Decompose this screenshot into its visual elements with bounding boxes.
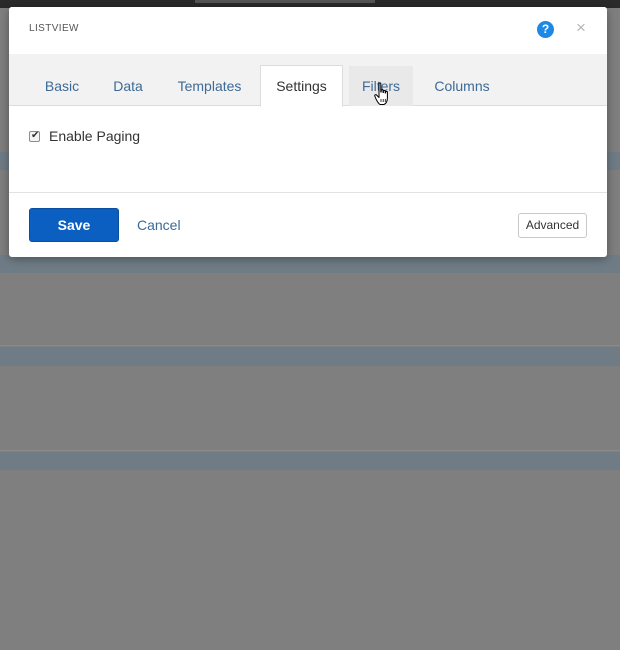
advanced-button[interactable]: Advanced <box>518 213 587 238</box>
background-divider <box>0 345 620 346</box>
tab-columns[interactable]: Columns <box>421 66 503 106</box>
settings-panel: ✔ Enable Paging <box>9 106 607 192</box>
background-section-header <box>0 347 620 366</box>
enable-paging-label[interactable]: Enable Paging <box>49 128 140 144</box>
save-button[interactable]: Save <box>29 208 119 242</box>
tab-settings[interactable]: Settings <box>260 65 343 107</box>
listview-dialog: LISTVIEW ? × Basic Data Templates Settin… <box>9 7 607 257</box>
tab-basic[interactable]: Basic <box>29 66 95 106</box>
dialog-header: LISTVIEW ? × <box>9 7 607 54</box>
close-icon[interactable]: × <box>573 19 589 37</box>
background-divider <box>0 450 620 451</box>
tab-bar: Basic Data Templates Settings Filters Co… <box>9 54 607 107</box>
tab-data[interactable]: Data <box>101 66 155 106</box>
tab-templates[interactable]: Templates <box>167 66 252 106</box>
help-icon[interactable]: ? <box>537 21 554 38</box>
enable-paging-checkbox[interactable]: ✔ <box>29 130 40 142</box>
background-section-header <box>0 255 620 273</box>
hand-pointer-cursor-icon <box>374 82 388 105</box>
background-section-header <box>0 452 620 470</box>
cancel-button[interactable]: Cancel <box>137 217 181 233</box>
background-topbar-item <box>195 0 375 3</box>
dialog-footer: Save Cancel Advanced <box>9 192 607 257</box>
checkmark-icon: ✔ <box>31 130 40 141</box>
dialog-title: LISTVIEW <box>29 23 79 34</box>
